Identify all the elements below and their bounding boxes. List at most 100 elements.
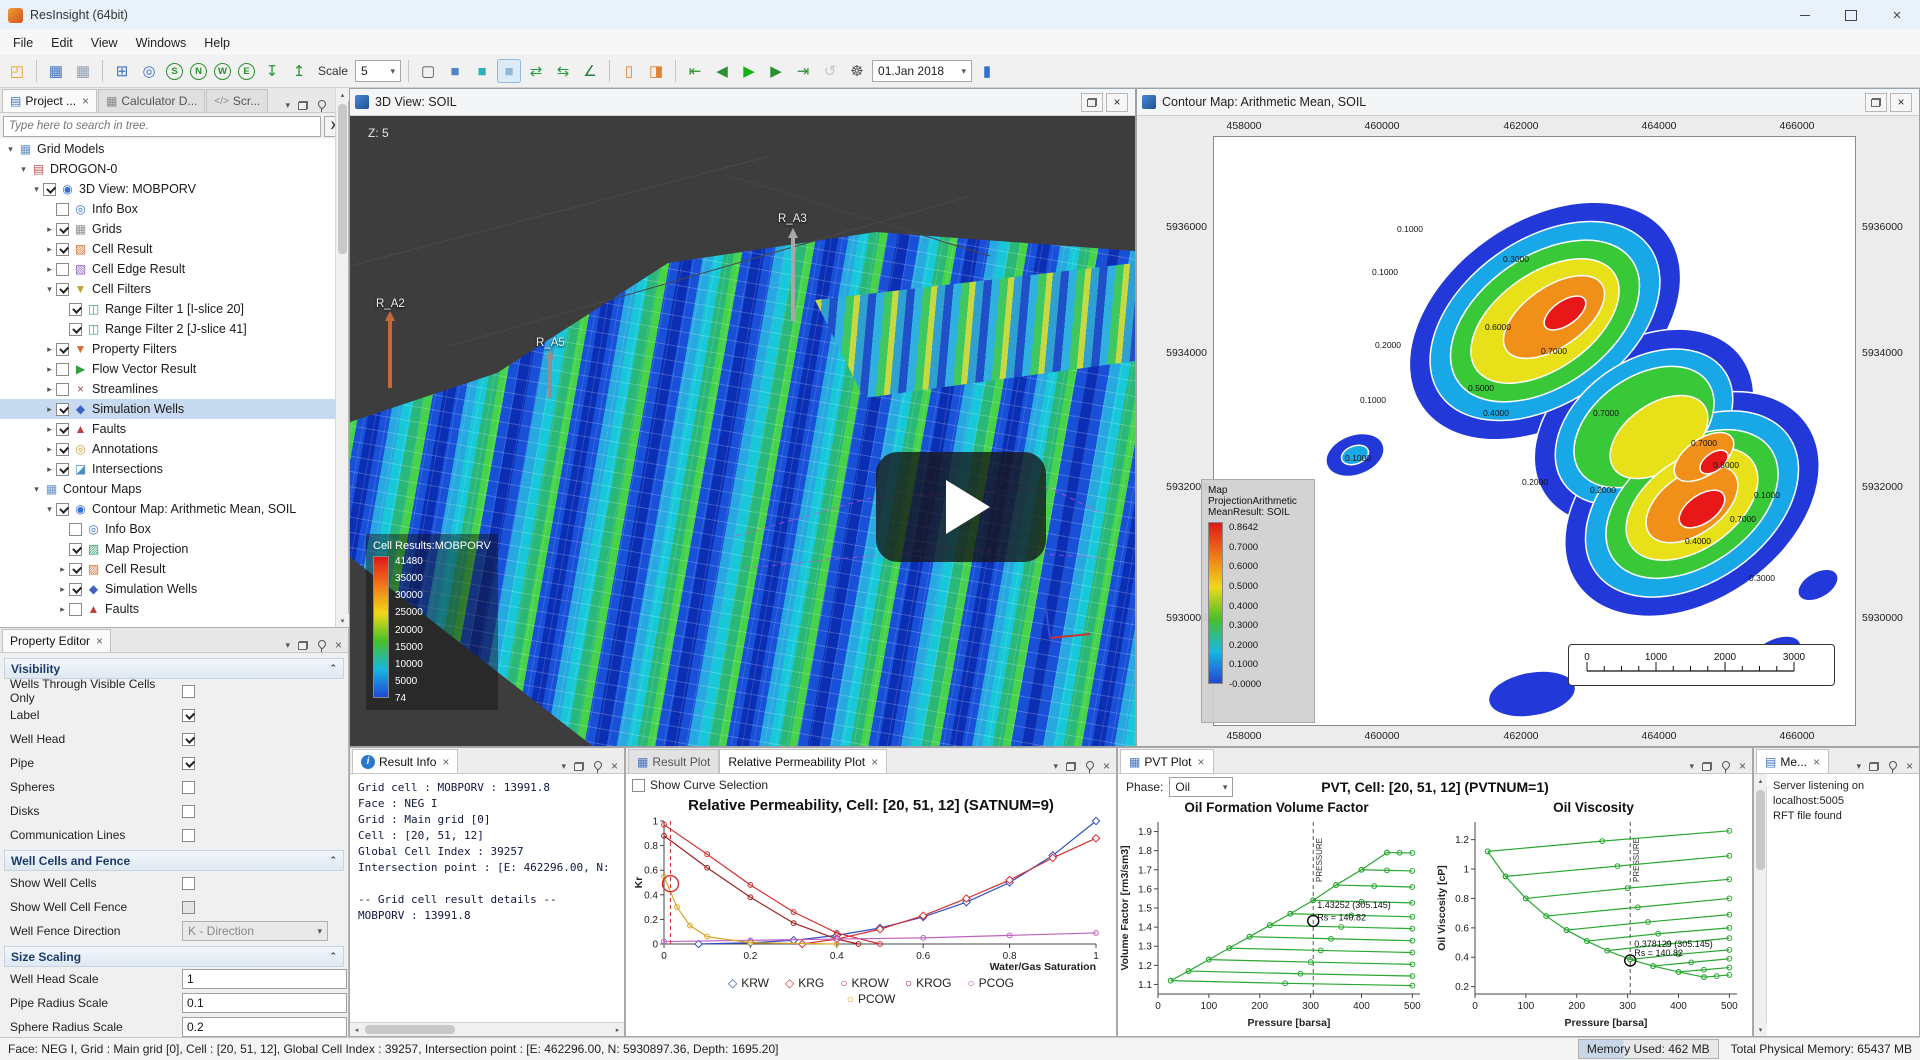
tree-checkbox[interactable]	[56, 423, 69, 436]
phase-select[interactable]: Oil ▾	[1169, 777, 1233, 797]
menu-file[interactable]: File	[4, 33, 42, 53]
disks-checkbox[interactable]	[182, 805, 195, 818]
tree-checkbox[interactable]	[56, 203, 69, 216]
tab-relperm-plot[interactable]: Relative Permeability Plot ×	[719, 749, 887, 773]
show-grid-box-icon[interactable]: ▢	[416, 59, 440, 83]
menu-windows[interactable]: Windows	[127, 33, 196, 53]
legend-item-krw[interactable]: ◇KRW	[728, 976, 769, 990]
expand-arrow-icon[interactable]: ▸	[43, 424, 56, 435]
pin-icon[interactable]	[1887, 760, 1898, 773]
menu-icon[interactable]: ▾	[561, 761, 566, 772]
skip-to-start-icon[interactable]: ⇤	[683, 59, 707, 83]
tree-scrollbar[interactable]: ▴ ▾	[335, 88, 348, 627]
tree-item-faults[interactable]: ▸▲Faults	[0, 599, 348, 619]
expand-arrow-icon[interactable]: ▸	[43, 224, 56, 235]
tree-checkbox[interactable]	[56, 443, 69, 456]
scroll-left-icon[interactable]: ◂	[350, 1023, 363, 1036]
close-icon[interactable]: ×	[611, 759, 618, 773]
tree-item-simulation-wells[interactable]: ▸◆Simulation Wells	[0, 579, 348, 599]
expand-arrow-icon[interactable]: ▾	[4, 144, 17, 155]
label-checkbox[interactable]	[182, 709, 195, 722]
expand-arrow-icon[interactable]: ▸	[43, 364, 56, 375]
tree-item-cell-filters[interactable]: ▾▼Cell Filters	[0, 279, 348, 299]
tree-item-grid-models[interactable]: ▾▦Grid Models	[0, 139, 348, 159]
tree-checkbox[interactable]	[69, 583, 82, 596]
show-well-cell-fence-checkbox[interactable]	[182, 901, 195, 914]
scroll-thumb[interactable]	[365, 1025, 455, 1034]
show-well-cells-checkbox[interactable]	[182, 877, 195, 890]
collapse-icon[interactable]: ⌃	[329, 951, 337, 962]
expand-arrow-icon[interactable]: ▸	[43, 264, 56, 275]
contour-map-titlebar[interactable]: Contour Map: Arithmetic Mean, SOIL ×	[1137, 89, 1919, 116]
animation-settings-icon[interactable]: ☸	[845, 59, 869, 83]
pin-icon[interactable]	[316, 639, 327, 652]
legend-item-krg[interactable]: ◇KRG	[785, 976, 824, 990]
tree-checkbox[interactable]	[69, 323, 82, 336]
float-icon[interactable]	[298, 101, 308, 110]
tree-item-cell-edge-result[interactable]: ▸▧Cell Edge Result	[0, 259, 348, 279]
tree-item-annotations[interactable]: ▸◎Annotations	[0, 439, 348, 459]
tree-checkbox[interactable]	[56, 363, 69, 376]
step-forward-icon[interactable]: ▶	[764, 59, 788, 83]
scale-select[interactable]: 5▾	[355, 60, 401, 82]
tab-result-plot[interactable]: ▦ Result Plot	[628, 749, 719, 773]
close-icon[interactable]: ×	[871, 755, 878, 769]
tree-checkbox[interactable]	[56, 243, 69, 256]
float-window-button[interactable]	[1865, 93, 1887, 112]
sphere-radius-scale-input[interactable]	[182, 1017, 347, 1037]
mesh-faults-icon[interactable]: ■	[470, 59, 494, 83]
section-visibility[interactable]: Visibility⌃	[4, 658, 344, 679]
tree-item-cell-result[interactable]: ▸▨Cell Result	[0, 559, 348, 579]
section-size-scaling[interactable]: Size Scaling⌃	[4, 946, 344, 967]
close-icon[interactable]: ×	[1813, 755, 1820, 769]
flow-swap-icon[interactable]: ⇄	[524, 59, 548, 83]
tree-item-map-projection[interactable]: ▨Map Projection	[0, 539, 348, 559]
tree-item-intersections[interactable]: ▸◪Intersections	[0, 459, 348, 479]
pipe-radius-scale-input[interactable]	[182, 993, 347, 1013]
expand-arrow-icon[interactable]: ▸	[56, 564, 69, 575]
result-info-hscrollbar[interactable]: ◂ ▸	[350, 1022, 624, 1036]
tree-item-range-filter-1-i-slice-20[interactable]: ◫Range Filter 1 [I-slice 20]	[0, 299, 348, 319]
tree-checkbox[interactable]	[56, 263, 69, 276]
repeat-icon[interactable]: ↺	[818, 59, 842, 83]
relperm-chart[interactable]: 00.20.40.60.8100.20.40.60.81KrWater/Gas …	[632, 816, 1110, 974]
pin-icon[interactable]	[316, 99, 327, 112]
tree-item-grids[interactable]: ▸▦Grids	[0, 219, 348, 239]
maximize-button[interactable]	[1828, 0, 1874, 30]
timestep-select[interactable]: 01.Jan 2018▾	[872, 60, 972, 82]
skip-to-end-icon[interactable]: ⇥	[791, 59, 815, 83]
tab-pvt-plot[interactable]: ▦ PVT Plot ×	[1120, 749, 1214, 773]
tree-checkbox[interactable]	[69, 523, 82, 536]
search-input[interactable]	[3, 116, 321, 137]
menu-help[interactable]: Help	[195, 33, 239, 53]
view-west-icon[interactable]: W	[214, 63, 231, 80]
view-down-icon[interactable]: ↧	[260, 59, 284, 83]
tab-calculator[interactable]: ▦ Calculator D...	[98, 89, 205, 112]
tree-checkbox[interactable]	[56, 463, 69, 476]
pin-icon[interactable]	[592, 760, 603, 773]
menu-edit[interactable]: Edit	[42, 33, 82, 53]
view-layout-icon[interactable]: ⊞	[110, 59, 134, 83]
tree-item-property-filters[interactable]: ▸▼Property Filters	[0, 339, 348, 359]
surface-faults-icon[interactable]: ■	[497, 59, 521, 83]
well-head-scale-input[interactable]	[182, 969, 347, 989]
float-window-button[interactable]	[1081, 93, 1103, 112]
flow-cross-icon[interactable]: ⇆	[551, 59, 575, 83]
pipe-checkbox[interactable]	[182, 757, 195, 770]
scroll-down-icon[interactable]: ▾	[1754, 1023, 1767, 1036]
view-east-icon[interactable]: E	[238, 63, 255, 80]
plot-window-icon[interactable]: ▦	[71, 59, 95, 83]
tree-item-drogon-0[interactable]: ▾▤DROGON-0	[0, 159, 348, 179]
view-3d-titlebar[interactable]: 3D View: SOIL ×	[350, 89, 1135, 116]
scroll-right-icon[interactable]: ▸	[611, 1023, 624, 1036]
tree-checkbox[interactable]	[56, 503, 69, 516]
close-icon[interactable]: ×	[96, 634, 103, 648]
float-icon[interactable]	[298, 641, 308, 650]
tree-item-contour-map-arithmetic-mean-soil[interactable]: ▾◉Contour Map: Arithmetic Mean, SOIL	[0, 499, 348, 519]
mesh-full-icon[interactable]: ■	[443, 59, 467, 83]
close-window-button[interactable]: ×	[1106, 93, 1128, 112]
tree-item-range-filter-2-j-slice-41[interactable]: ◫Range Filter 2 [J-slice 41]	[0, 319, 348, 339]
float-icon[interactable]	[1869, 762, 1879, 771]
wells-through-visible-cells-only-checkbox[interactable]	[182, 685, 195, 698]
legend-item-krog[interactable]: ○KROG	[905, 976, 952, 990]
